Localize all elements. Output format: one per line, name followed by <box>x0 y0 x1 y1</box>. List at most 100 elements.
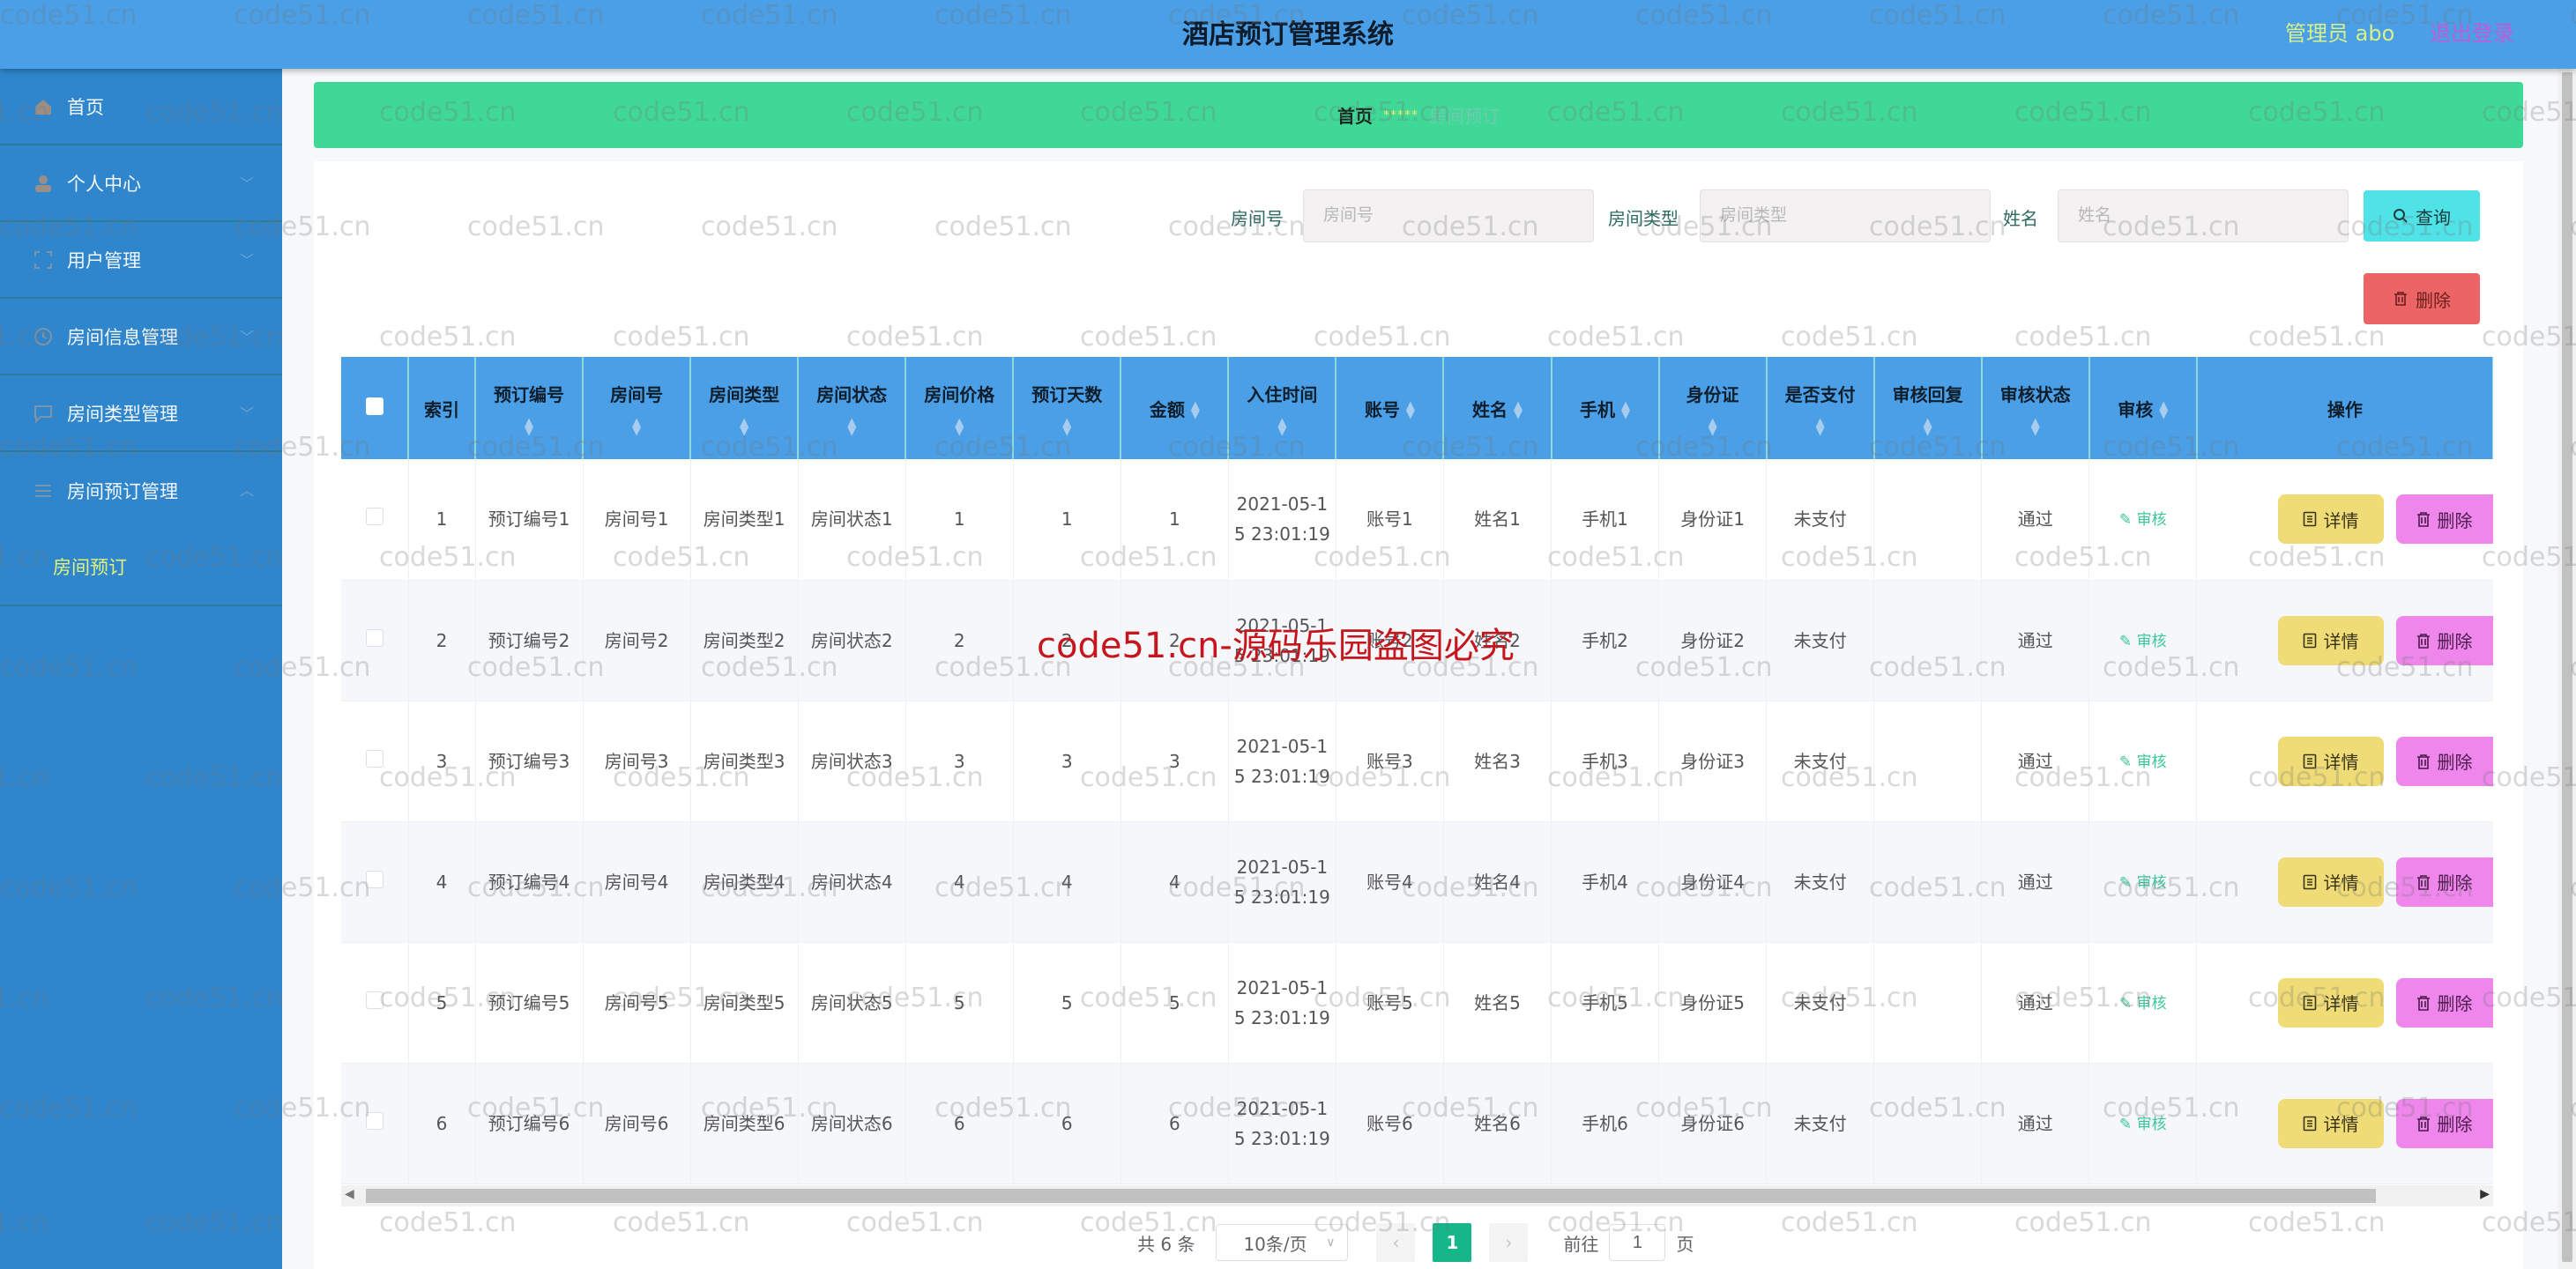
sort-icon[interactable]: ▲ ▼ <box>1621 400 1630 420</box>
col-room-no[interactable]: 房间号 ▲ ▼ <box>583 357 692 459</box>
sidebar-item-personal-center[interactable]: 个人中心 ﹀ <box>0 145 282 222</box>
cell-booking-no: 预订编号3 <box>475 701 584 822</box>
row-checkbox[interactable] <box>365 628 383 647</box>
detail-button[interactable]: 详情 <box>2277 977 2384 1028</box>
row-checkbox[interactable] <box>365 749 383 768</box>
sort-icon[interactable]: ▲ ▼ <box>1514 400 1523 420</box>
sort-icon[interactable]: ▲ ▼ <box>1879 417 1977 437</box>
sidebar-item-label: 房间类型管理 <box>67 403 178 425</box>
cell-index: 4 <box>408 821 476 943</box>
query-button[interactable]: 查询 <box>2364 190 2480 241</box>
col-amount[interactable]: 金额 ▲ ▼ <box>1120 357 1230 459</box>
trash-icon <box>2416 512 2430 528</box>
col-room-price[interactable]: 房间价格 ▲ ▼ <box>905 357 1015 459</box>
detail-button[interactable]: 详情 <box>2277 857 2384 907</box>
sidebar-item-user-management[interactable]: 用户管理 ﹀ <box>0 222 282 299</box>
col-room-type[interactable]: 房间类型 ▲ ▼ <box>690 357 800 459</box>
room-number-input[interactable] <box>1303 189 1594 242</box>
trash-icon <box>2416 874 2430 890</box>
batch-delete-button[interactable]: 删除 <box>2364 273 2480 324</box>
col-booking-no[interactable]: 预订编号 ▲ ▼ <box>475 357 584 459</box>
page-number-current[interactable]: 1 <box>1433 1223 1472 1262</box>
scroll-right-arrow-icon[interactable]: ▶ <box>2480 1187 2490 1201</box>
audit-link[interactable]: ✎ 审核 <box>2119 995 2167 1013</box>
cell-account: 账号5 <box>1336 942 1444 1064</box>
col-paid[interactable]: 是否支付 ▲ ▼ <box>1766 357 1875 459</box>
col-name[interactable]: 姓名 ▲ ▼ <box>1443 357 1552 459</box>
audit-link[interactable]: ✎ 审核 <box>2119 874 2167 892</box>
audit-link[interactable]: ✎ 审核 <box>2119 511 2167 529</box>
detail-button[interactable]: 详情 <box>2277 736 2384 786</box>
sort-icon[interactable]: ▲ ▼ <box>2159 400 2168 420</box>
detail-button[interactable]: 详情 <box>2277 615 2384 665</box>
cell-id-card: 身份证2 <box>1658 580 1768 701</box>
sort-icon[interactable]: ▲ ▼ <box>587 417 686 437</box>
col-phone[interactable]: 手机 ▲ ▼ <box>1551 357 1660 459</box>
prev-page-button[interactable]: ‹ <box>1376 1223 1416 1262</box>
cell-name: 姓名1 <box>1443 459 1552 581</box>
sidebar-item-home[interactable]: 首页 <box>0 69 282 145</box>
next-page-button[interactable]: › <box>1489 1223 1529 1262</box>
row-delete-button[interactable]: 删除 <box>2395 1098 2493 1148</box>
detail-button[interactable]: 详情 <box>2277 1098 2384 1148</box>
sort-icon[interactable]: ▲ ▼ <box>1232 417 1331 437</box>
room-type-input[interactable] <box>1700 189 1991 242</box>
edit-icon: ✎ <box>2118 1115 2133 1133</box>
document-icon <box>2303 995 2316 1010</box>
sort-icon[interactable]: ▲ ▼ <box>1017 417 1116 437</box>
select-all-checkbox[interactable] <box>365 397 383 415</box>
logout-link[interactable]: 退出登录 <box>2430 16 2514 47</box>
vertical-scrollbar[interactable] <box>2558 69 2576 1269</box>
col-account[interactable]: 账号 ▲ ▼ <box>1336 357 1445 459</box>
cell-days: 3 <box>1013 701 1121 822</box>
col-audit-reply[interactable]: 审核回复 ▲ ▼ <box>1873 357 1983 459</box>
cell-operations: 详情 删除 <box>2196 580 2493 701</box>
name-input[interactable] <box>2058 189 2349 242</box>
sort-icon[interactable]: ▲ ▼ <box>1664 417 1762 437</box>
sort-icon[interactable]: ▲ ▼ <box>695 417 793 437</box>
col-room-status[interactable]: 房间状态 ▲ ▼ <box>798 357 907 459</box>
col-audit[interactable]: 审核 ▲ ▼ <box>2088 357 2198 459</box>
sidebar-item-room-booking-management[interactable]: 房间预订管理 ︿ <box>0 452 282 529</box>
detail-button[interactable]: 详情 <box>2277 494 2384 545</box>
horizontal-scrollbar[interactable]: ◀ ▶ <box>341 1185 2493 1206</box>
sort-icon[interactable]: ▲ ▼ <box>802 417 901 437</box>
audit-link[interactable]: ✎ 审核 <box>2119 753 2167 771</box>
sort-icon[interactable]: ▲ ▼ <box>1986 417 2085 437</box>
row-checkbox[interactable] <box>365 991 383 1009</box>
col-checkin-time[interactable]: 入住时间 ▲ ▼ <box>1228 357 1337 459</box>
scrollbar-thumb[interactable] <box>2562 72 2572 1262</box>
sort-icon[interactable]: ▲ ▼ <box>910 417 1009 437</box>
sidebar-subitem-room-booking[interactable]: 房间预订 <box>0 529 282 606</box>
col-booking-days[interactable]: 预订天数 ▲ ▼ <box>1013 357 1122 459</box>
page-size-select[interactable]: 10条/页 ∨ <box>1216 1224 1349 1261</box>
row-checkbox[interactable] <box>365 870 383 888</box>
sidebar-item-room-type-management[interactable]: 房间类型管理 ﹀ <box>0 375 282 452</box>
goto-page-input[interactable] <box>1609 1224 1666 1261</box>
goto-prefix: 前往 <box>1563 1233 1599 1255</box>
cell-room-no: 房间号2 <box>583 580 691 701</box>
row-delete-label: 删除 <box>2437 511 2473 531</box>
sort-icon[interactable]: ▲ ▼ <box>1191 400 1200 420</box>
col-id-card[interactable]: 身份证 ▲ ▼ <box>1658 357 1768 459</box>
row-delete-button[interactable]: 删除 <box>2395 857 2493 907</box>
row-delete-button[interactable]: 删除 <box>2395 736 2493 786</box>
sort-icon[interactable]: ▲ ▼ <box>480 417 578 437</box>
col-index: 索引 <box>408 357 477 459</box>
row-checkbox[interactable] <box>365 1111 383 1130</box>
row-delete-button[interactable]: 删除 <box>2395 977 2493 1028</box>
scroll-left-arrow-icon[interactable]: ◀ <box>345 1187 354 1201</box>
col-audit-status[interactable]: 审核状态 ▲ ▼ <box>1981 357 2090 459</box>
row-delete-button[interactable]: 删除 <box>2395 615 2493 665</box>
row-checkbox[interactable] <box>365 508 383 526</box>
scrollbar-thumb[interactable] <box>366 1189 2376 1203</box>
audit-link[interactable]: ✎ 审核 <box>2119 633 2167 650</box>
sidebar-item-room-info-management[interactable]: 房间信息管理 ﹀ <box>0 299 282 375</box>
sort-icon[interactable]: ▲ ▼ <box>1771 417 1870 437</box>
audit-link[interactable]: ✎ 审核 <box>2119 1116 2167 1133</box>
breadcrumb-home[interactable]: 首页 <box>1337 102 1373 128</box>
sort-icon[interactable]: ▲ ▼ <box>1406 400 1415 420</box>
row-delete-button[interactable]: 删除 <box>2395 494 2493 545</box>
cell-audit-reply <box>1873 1063 1983 1184</box>
cell-room-type: 房间类型6 <box>690 1063 799 1184</box>
